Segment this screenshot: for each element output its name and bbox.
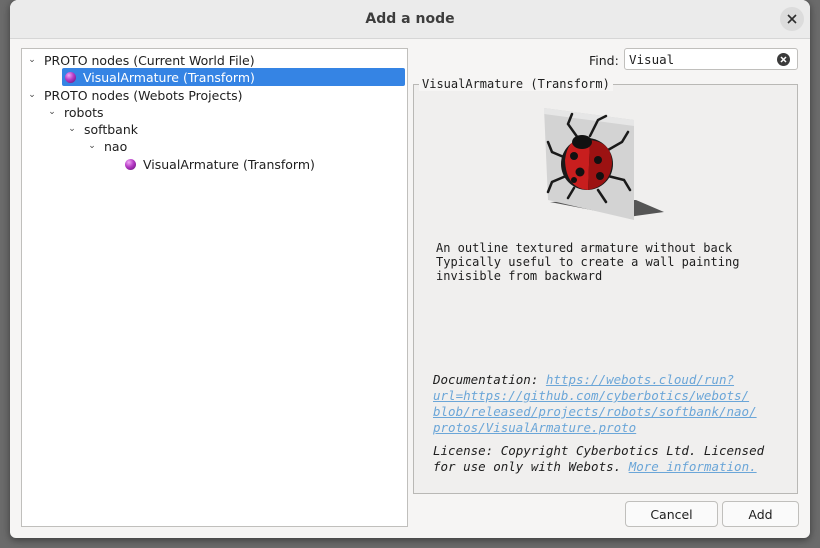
add-node-dialog: Add a node ⌄ PROTO nodes (Current World … xyxy=(10,0,810,538)
chevron-down-icon[interactable]: ⌄ xyxy=(26,90,38,100)
tree-item-softbank[interactable]: ⌄ softbank xyxy=(66,120,138,138)
more-information-link[interactable]: More information. xyxy=(629,459,757,474)
tree-item-label: PROTO nodes (Webots Projects) xyxy=(44,87,243,103)
clear-icon xyxy=(780,56,787,63)
chevron-down-icon[interactable]: ⌄ xyxy=(66,124,78,134)
documentation-link-line: https://webots.cloud/run? xyxy=(545,372,735,387)
find-input[interactable]: Visual xyxy=(624,48,798,70)
tree-item-label: nao xyxy=(104,138,128,154)
close-icon xyxy=(787,14,797,24)
chevron-down-icon[interactable]: ⌄ xyxy=(46,107,58,117)
tree-item-label: softbank xyxy=(84,121,138,137)
documentation-link-line: url=https://github.com/cyberbotics/webot… xyxy=(433,388,750,403)
proto-node-icon xyxy=(65,71,76,83)
preview-title: VisualArmature (Transform) xyxy=(419,77,613,91)
find-label: Find: xyxy=(589,53,619,68)
license-block: License: Copyright Cyberbotics Ltd. Lice… xyxy=(433,443,788,475)
documentation-label: Documentation: xyxy=(433,372,539,387)
tree-item-label: VisualArmature (Transform) xyxy=(83,69,255,85)
tree-item-label: VisualArmature (Transform) xyxy=(143,156,315,172)
title-bar: Add a node xyxy=(10,0,810,39)
tree-item-webots-projects[interactable]: ⌄ PROTO nodes (Webots Projects) xyxy=(26,86,243,104)
clear-search-button[interactable] xyxy=(777,53,790,66)
tree-item-visualarmature-nao[interactable]: VisualArmature (Transform) xyxy=(125,155,315,173)
tree-item-visualarmature-current[interactable]: VisualArmature (Transform) xyxy=(62,68,405,86)
tree-item-current-world[interactable]: ⌄ PROTO nodes (Current World File) xyxy=(26,51,255,69)
cancel-button[interactable]: Cancel xyxy=(625,501,718,527)
documentation-link-line: protos/VisualArmature.proto xyxy=(433,420,637,435)
documentation-block: Documentation: https://webots.cloud/run?… xyxy=(433,372,788,436)
tree-item-robots[interactable]: ⌄ robots xyxy=(46,103,104,121)
dialog-title: Add a node xyxy=(365,11,455,27)
proto-node-icon xyxy=(125,158,136,170)
chevron-down-icon[interactable]: ⌄ xyxy=(86,141,98,151)
tree-item-label: robots xyxy=(64,104,104,120)
tree-item-nao[interactable]: ⌄ nao xyxy=(86,137,127,155)
close-button[interactable] xyxy=(780,7,804,31)
documentation-link-line: blob/released/projects/robots/softbank/n… xyxy=(433,404,757,419)
node-tree[interactable]: ⌄ PROTO nodes (Current World File) Visua… xyxy=(21,48,408,527)
node-description: An outline textured armature without bac… xyxy=(436,241,740,283)
node-preview-image xyxy=(544,108,664,220)
tree-item-label: PROTO nodes (Current World File) xyxy=(44,52,255,68)
add-button[interactable]: Add xyxy=(722,501,799,527)
chevron-down-icon[interactable]: ⌄ xyxy=(26,55,38,65)
